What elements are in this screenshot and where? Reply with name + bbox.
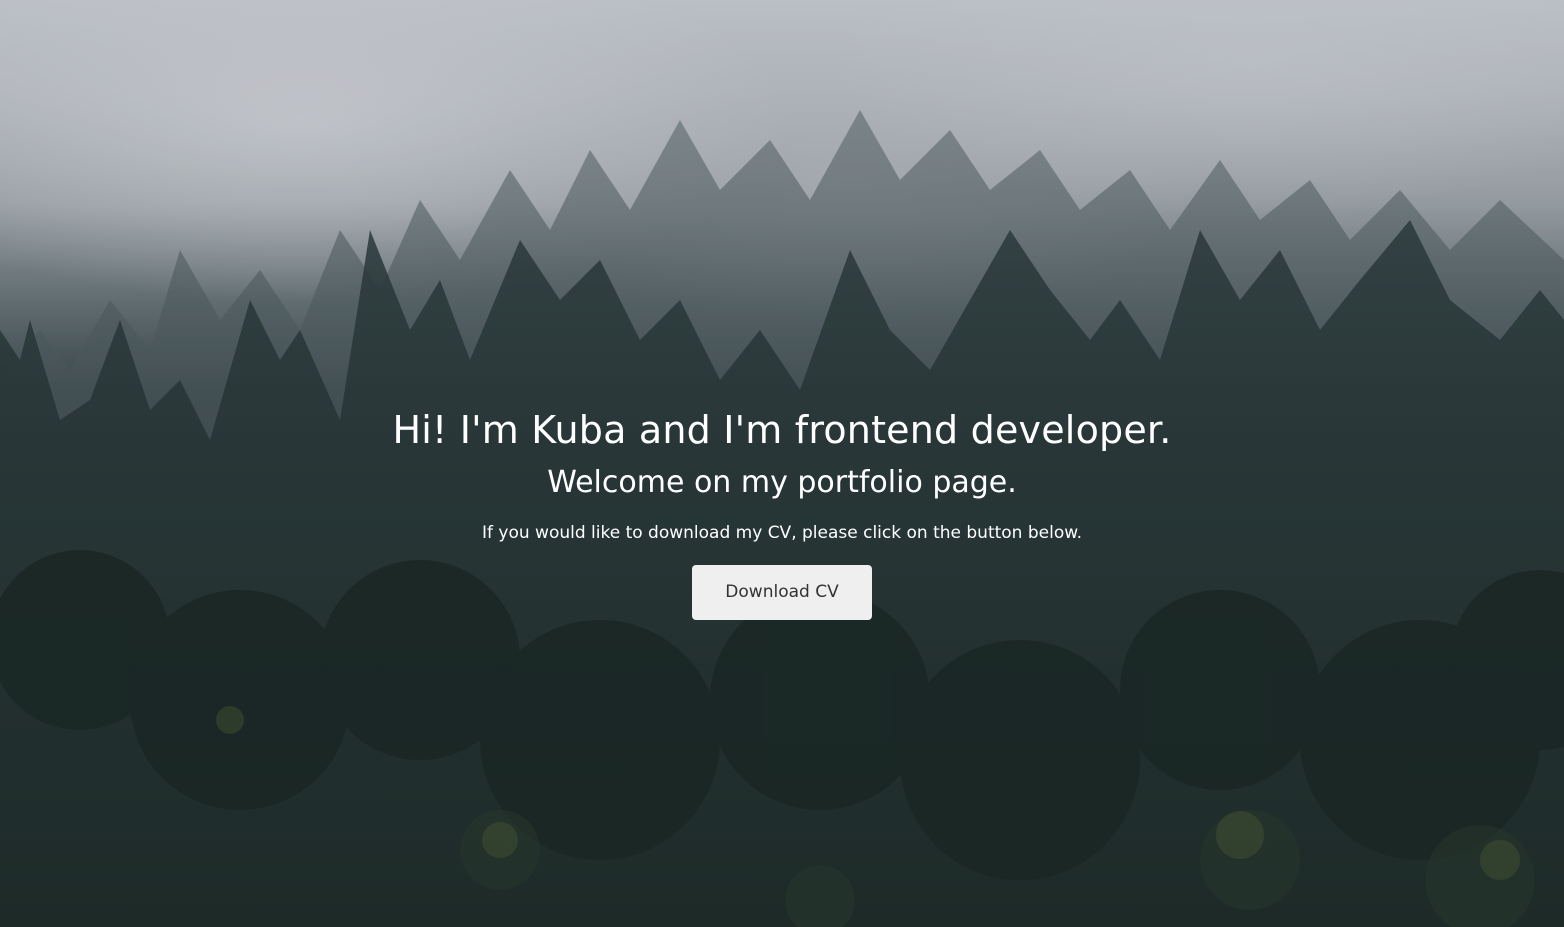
hero-section: Hi! I'm Kuba and I'm frontend developer.… (0, 0, 1564, 927)
download-cv-button[interactable]: Download CV (692, 565, 872, 620)
download-info-text: If you would like to download my CV, ple… (482, 523, 1082, 543)
hero-title: Hi! I'm Kuba and I'm frontend developer. (392, 408, 1172, 452)
hero-content: Hi! I'm Kuba and I'm frontend developer.… (0, 400, 1564, 620)
hero-subtitle: Welcome on my portfolio page. (547, 465, 1017, 500)
